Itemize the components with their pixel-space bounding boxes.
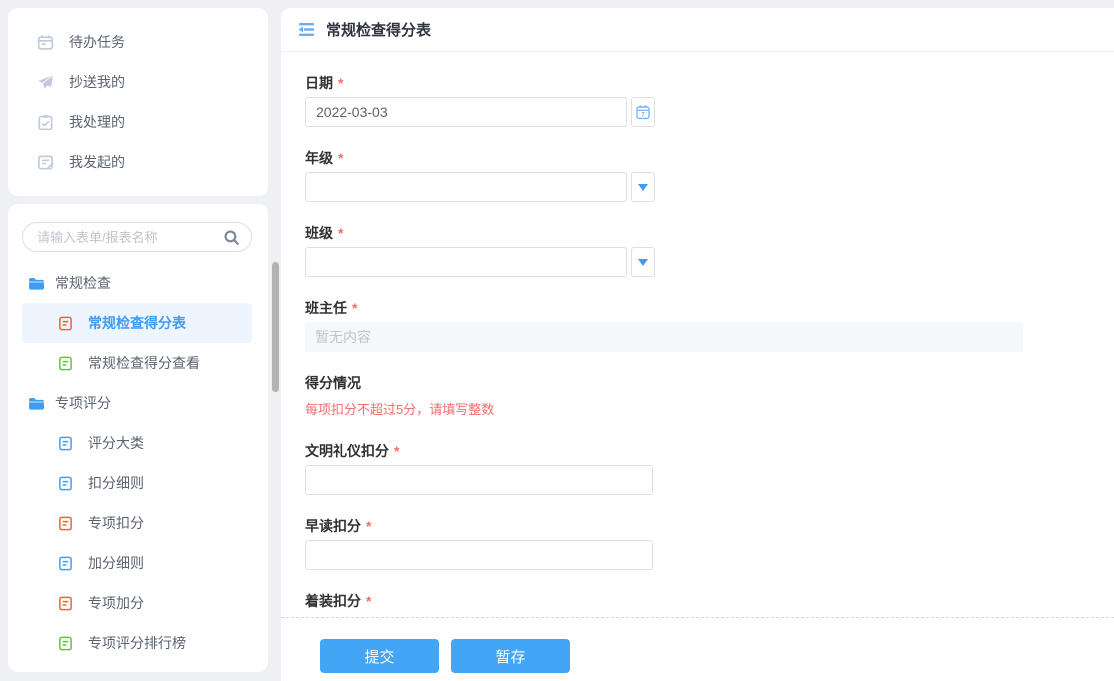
sidebar-item-initiated-by-me[interactable]: 我发起的 (8, 142, 268, 182)
tree-item-score-form[interactable]: 常规检查得分表 (22, 303, 252, 343)
document-icon (58, 516, 73, 531)
field-teacher: 班主任 * (305, 300, 1090, 352)
date-input[interactable] (305, 97, 627, 127)
document-icon (58, 636, 73, 651)
sidebar-item-label: 我发起的 (69, 154, 125, 170)
tree-item-label: 常规检查得分表 (88, 315, 186, 331)
field-civility-deduction: 文明礼仪扣分 * (305, 443, 1090, 495)
submit-button[interactable]: 提交 (320, 639, 439, 673)
field-dress-deduction: 着装扣分 * (305, 593, 1090, 609)
tree-item-bonus-rules[interactable]: 加分细则 (22, 543, 252, 583)
grade-dropdown-button[interactable] (631, 172, 655, 202)
required-mark: * (394, 443, 400, 459)
save-draft-button[interactable]: 暂存 (451, 639, 570, 673)
tree-item-label: 常规检查 (55, 275, 111, 291)
field-label: 班主任 (305, 300, 347, 316)
class-select-input[interactable] (305, 247, 627, 277)
tree-item-label: 加分细则 (88, 555, 144, 571)
page-title: 常规检查得分表 (326, 22, 432, 39)
sidebar-tree-card: 常规检查 常规检查得分表 常规检查得分查看 专项评分 评分大类 (8, 204, 268, 672)
field-class: 班级 * (305, 225, 1090, 277)
document-icon (58, 556, 73, 571)
main-panel: 常规检查得分表 日期 * 7 年级 * 班级 (281, 8, 1114, 681)
clipboard-check-icon (36, 113, 54, 131)
sidebar-item-handled-by-me[interactable]: 我处理的 (8, 102, 268, 142)
folder-icon (28, 275, 45, 292)
form-footer: 提交 暂存 (281, 617, 1114, 681)
morning-reading-deduction-input[interactable] (305, 540, 653, 570)
sidebar-item-label: 待办任务 (69, 34, 125, 50)
head-teacher-input (305, 322, 1023, 352)
search-input[interactable] (23, 223, 251, 251)
chevron-down-icon (638, 183, 648, 191)
score-hint-text: 每项扣分不超过5分，请填写整数 (305, 402, 495, 417)
field-grade: 年级 * (305, 150, 1090, 202)
document-icon (58, 476, 73, 491)
field-label: 日期 (305, 75, 333, 91)
required-mark: * (366, 518, 372, 534)
tree-item-score-categories[interactable]: 评分大类 (22, 423, 252, 463)
tree-item-label: 评分大类 (88, 435, 144, 451)
tree-item-score-view[interactable]: 常规检查得分查看 (22, 343, 252, 383)
folder-icon (28, 395, 45, 412)
field-label: 班级 (305, 225, 333, 241)
sidebar-nav-card: 待办任务 抄送我的 我处理的 我发起的 (8, 8, 268, 196)
tree-item-label: 专项加分 (88, 595, 144, 611)
section-title-score: 得分情况 (305, 375, 361, 391)
tree-item-label: 专项评分排行榜 (88, 635, 186, 651)
document-icon (58, 596, 73, 611)
sidebar-scrollbar[interactable] (272, 262, 279, 392)
tree-item-special-deduction[interactable]: 专项扣分 (22, 503, 252, 543)
todo-calendar-icon (36, 33, 54, 51)
sidebar-item-label: 抄送我的 (69, 74, 125, 90)
edit-document-icon (36, 153, 54, 171)
search-icon[interactable] (223, 229, 240, 246)
field-date: 日期 * 7 (305, 75, 1090, 127)
tree-item-label: 专项评分 (55, 395, 111, 411)
tree-item-special-bonus[interactable]: 专项加分 (22, 583, 252, 623)
calendar-icon: 7 (635, 104, 651, 120)
tree-item-label: 常规检查得分查看 (88, 355, 200, 371)
field-morning-reading-deduction: 早读扣分 * (305, 518, 1090, 570)
date-picker-button[interactable]: 7 (631, 97, 655, 127)
field-label: 着装扣分 (305, 593, 361, 609)
grade-select-input[interactable] (305, 172, 627, 202)
form-search-box (22, 222, 252, 252)
send-icon (36, 73, 54, 91)
document-icon (58, 436, 73, 451)
field-label: 年级 (305, 150, 333, 166)
document-icon (58, 356, 73, 371)
form-tree: 常规检查 常规检查得分表 常规检查得分查看 专项评分 评分大类 扣分细则 专项扣… (8, 263, 268, 663)
sidebar-item-label: 我处理的 (69, 114, 125, 130)
menu-fold-icon[interactable] (296, 21, 316, 38)
field-label: 文明礼仪扣分 (305, 443, 389, 459)
tree-item-deduction-rules[interactable]: 扣分细则 (22, 463, 252, 503)
required-mark: * (366, 593, 372, 609)
tree-folder-special-scoring[interactable]: 专项评分 (22, 383, 252, 423)
tree-item-label: 专项扣分 (88, 515, 144, 531)
form-body: 日期 * 7 年级 * 班级 * (281, 52, 1114, 609)
tree-folder-regular-inspection[interactable]: 常规检查 (22, 263, 252, 303)
sidebar-item-todo-tasks[interactable]: 待办任务 (8, 22, 268, 62)
tree-item-ranking[interactable]: 专项评分排行榜 (22, 623, 252, 663)
tree-item-label: 扣分细则 (88, 475, 144, 491)
civility-deduction-input[interactable] (305, 465, 653, 495)
chevron-down-icon (638, 258, 648, 266)
main-header: 常规检查得分表 (281, 8, 1114, 52)
sidebar-item-cc-to-me[interactable]: 抄送我的 (8, 62, 268, 102)
field-label: 早读扣分 (305, 518, 361, 534)
required-mark: * (352, 300, 358, 316)
document-icon (58, 316, 73, 331)
class-dropdown-button[interactable] (631, 247, 655, 277)
required-mark: * (338, 75, 344, 91)
svg-text:7: 7 (641, 112, 645, 119)
required-mark: * (338, 225, 344, 241)
required-mark: * (338, 150, 344, 166)
